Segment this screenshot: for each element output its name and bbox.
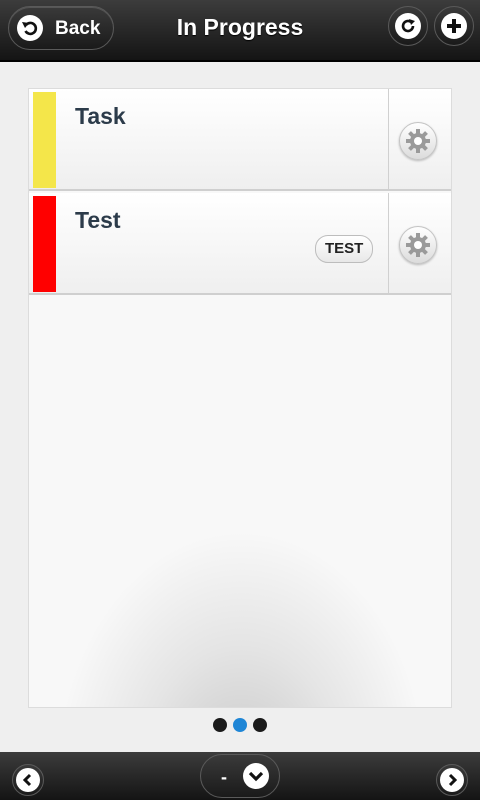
page-dot[interactable]: [253, 718, 267, 732]
add-button[interactable]: [434, 6, 474, 46]
task-settings-cell: [388, 89, 451, 189]
chevron-left-icon: [16, 768, 40, 792]
next-button[interactable]: [436, 764, 468, 796]
task-row[interactable]: Test TEST: [29, 193, 451, 295]
background-glow: [39, 509, 443, 707]
task-settings-cell: [388, 193, 451, 293]
status-select[interactable]: -: [200, 754, 280, 798]
footer-bar: -: [0, 752, 480, 800]
task-row[interactable]: Task: [29, 89, 451, 191]
task-color-bar: [33, 196, 56, 292]
task-list-panel: Task Test TEST: [28, 88, 452, 708]
task-title: Task: [75, 103, 126, 129]
chevron-down-icon: [243, 763, 269, 789]
refresh-button[interactable]: [388, 6, 428, 46]
task-tag[interactable]: TEST: [315, 235, 374, 263]
plus-icon: [441, 13, 467, 39]
page-dot[interactable]: [233, 718, 247, 732]
status-label: -: [221, 767, 227, 787]
previous-button[interactable]: [12, 764, 44, 796]
page-dot[interactable]: [213, 718, 227, 732]
page-indicator: [0, 718, 480, 734]
task-settings-button[interactable]: [399, 226, 437, 264]
task-title: Test: [75, 207, 121, 233]
header-bar: Back In Progress: [0, 0, 480, 62]
refresh-icon: [395, 13, 421, 39]
task-color-bar: [33, 92, 56, 188]
task-settings-button[interactable]: [399, 122, 437, 160]
chevron-right-icon: [440, 768, 464, 792]
